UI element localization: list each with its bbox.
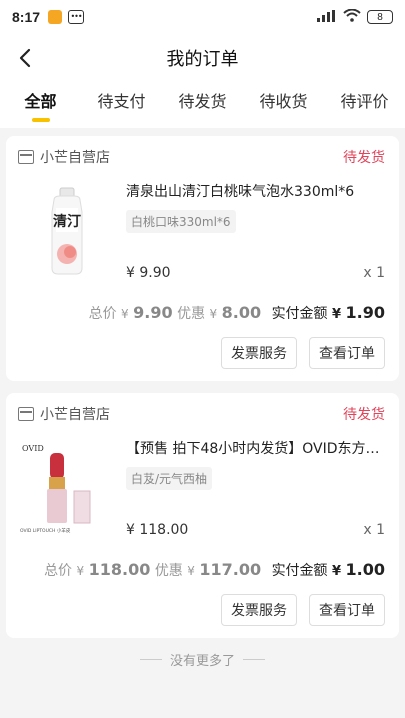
- signal-icon: [317, 9, 337, 25]
- tab-all[interactable]: 全部: [0, 88, 81, 128]
- paid-label: 实付金额: [271, 563, 328, 579]
- product-image: OVID OVID LIPTOUCH 小羊皮: [18, 439, 114, 535]
- product-brand-logo: OVID: [22, 444, 44, 453]
- order-status: 待发货: [343, 150, 385, 166]
- shop-name[interactable]: 小芒自营店: [40, 147, 110, 167]
- total-amount: 118.00: [88, 560, 151, 579]
- divider-line: [243, 659, 265, 660]
- paid-amount: 1.90: [345, 303, 385, 322]
- invoice-button[interactable]: 发票服务: [221, 594, 297, 626]
- view-order-button[interactable]: 查看订单: [309, 594, 385, 626]
- product-sku: 白桃口味330ml*6: [126, 210, 236, 233]
- paid-label: 实付金额: [271, 306, 328, 322]
- order-tabs: 全部 待支付 待发货 待收货 待评价: [0, 82, 405, 128]
- shop-name[interactable]: 小芒自营店: [40, 404, 110, 424]
- view-order-button[interactable]: 查看订单: [309, 337, 385, 369]
- tab-pending-review[interactable]: 待评价: [324, 88, 405, 128]
- product-sku: 白芨/元气西柚: [126, 467, 213, 490]
- tab-pending-shipment[interactable]: 待发货: [162, 88, 243, 128]
- tab-pending-receipt[interactable]: 待收货: [243, 88, 324, 128]
- total-currency: ¥: [121, 307, 129, 321]
- product-row[interactable]: OVID OVID LIPTOUCH 小羊皮 【预售 拍下48小时内发货】OVI…: [18, 439, 385, 538]
- price-line: ¥ 9.90 x 1: [126, 265, 385, 281]
- order-list: 小芒自营店 待发货 清汀 清泉出山清汀白桃味气泡水330ml*6 白桃口味330…: [0, 128, 405, 669]
- divider-line: [139, 659, 162, 660]
- order-header: 小芒自营店 待发货: [18, 403, 385, 425]
- order-summary: 总价 ¥ 9.90 优惠 ¥ 8.00 实付金额 ¥ 1.90: [18, 303, 385, 323]
- product-qty: x 1: [363, 522, 385, 538]
- discount-currency: ¥: [187, 564, 195, 578]
- total-amount: 9.90: [133, 303, 173, 322]
- app-notification-icon: [48, 10, 63, 24]
- order-status: 待发货: [343, 407, 385, 423]
- more-notifications-icon: •••: [68, 10, 85, 24]
- paid-currency: ¥: [332, 564, 342, 579]
- product-info: 清泉出山清汀白桃味气泡水330ml*6 白桃口味330ml*6 ¥ 9.90 x…: [126, 182, 385, 281]
- shop-icon: [18, 407, 34, 421]
- tab-pending-payment[interactable]: 待支付: [81, 88, 162, 128]
- product-brand-text: 清汀: [53, 213, 81, 230]
- discount-currency: ¥: [209, 307, 218, 321]
- discount-label: 优惠: [177, 306, 206, 322]
- order-summary: 总价 ¥ 118.00 优惠 ¥ 117.00 实付金额 ¥ 1.00: [18, 560, 385, 580]
- paid-amount: 1.00: [345, 560, 385, 579]
- no-more-text: 没有更多了: [169, 654, 235, 669]
- order-card[interactable]: 小芒自营店 待发货 清汀 清泉出山清汀白桃味气泡水330ml*6 白桃口味330…: [6, 136, 399, 381]
- discount-amount: 117.00: [199, 560, 262, 579]
- wifi-icon: [343, 8, 361, 26]
- order-card[interactable]: 小芒自营店 待发货 OVID OVID LIPTOUCH 小羊皮 【预售 拍下4…: [6, 393, 399, 638]
- chevron-left-icon: [19, 48, 31, 68]
- total-currency: ¥: [76, 564, 85, 578]
- paid-currency: ¥: [332, 307, 342, 322]
- status-bar: 8:17 ••• 8: [0, 0, 405, 34]
- shop-icon: [18, 150, 34, 164]
- product-image: 清汀: [18, 182, 114, 278]
- product-name: 【预售 拍下48小时内发货】OVID东方…: [126, 441, 380, 457]
- page-title: 我的订单: [166, 49, 239, 70]
- product-name: 清泉出山清汀白桃味气泡水330ml*6: [126, 184, 355, 200]
- status-time: 8:17: [12, 9, 41, 25]
- battery-icon: 8: [367, 10, 393, 24]
- invoice-button[interactable]: 发票服务: [221, 337, 297, 369]
- order-header: 小芒自营店 待发货: [18, 146, 385, 168]
- discount-amount: 8.00: [221, 303, 262, 322]
- price-line: ¥ 118.00 x 1: [126, 522, 385, 538]
- product-price: ¥ 9.90: [126, 265, 171, 281]
- product-qty: x 1: [363, 265, 385, 281]
- product-price: ¥ 118.00: [126, 522, 189, 538]
- order-actions: 发票服务 查看订单: [18, 337, 385, 369]
- order-actions: 发票服务 查看订单: [18, 594, 385, 626]
- total-label: 总价: [44, 563, 73, 579]
- total-label: 总价: [88, 306, 117, 322]
- discount-label: 优惠: [154, 563, 183, 579]
- list-end-footer: 没有更多了: [6, 650, 399, 669]
- product-image-caption: OVID LIPTOUCH 小羊皮: [20, 527, 71, 534]
- nav-bar: 我的订单: [0, 34, 405, 82]
- back-button[interactable]: [12, 44, 38, 72]
- product-row[interactable]: 清汀 清泉出山清汀白桃味气泡水330ml*6 白桃口味330ml*6 ¥ 9.9…: [18, 182, 385, 281]
- product-info: 【预售 拍下48小时内发货】OVID东方… 白芨/元气西柚 ¥ 118.00 x…: [126, 439, 385, 538]
